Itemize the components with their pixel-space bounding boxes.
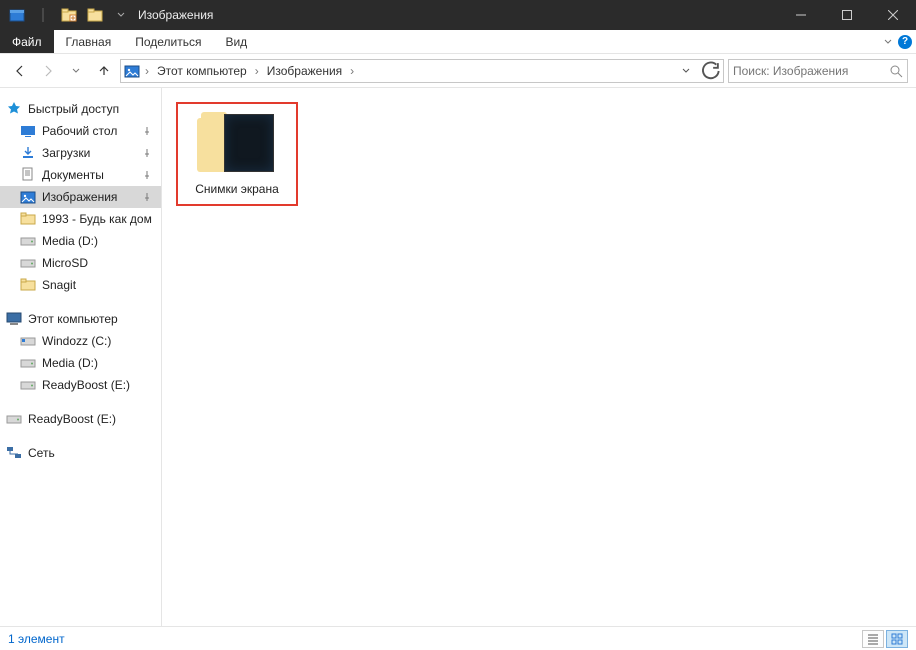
breadcrumb-label: Этот компьютер [157, 64, 247, 78]
titlebar: Изображения [0, 0, 916, 30]
address-bar[interactable]: › Этот компьютер › Изображения › [120, 59, 724, 83]
navigation-tree[interactable]: Быстрый доступ Рабочий стол Загрузки Док… [0, 88, 162, 626]
tree-item-readyboost[interactable]: ReadyBoost (E:) [0, 408, 161, 430]
pc-icon [6, 311, 22, 327]
close-button[interactable] [870, 0, 916, 30]
qat-properties-icon[interactable] [6, 4, 28, 26]
help-icon[interactable]: ? [898, 35, 912, 49]
folder-icon [20, 211, 36, 227]
breadcrumb-this-pc[interactable]: Этот компьютер [153, 64, 251, 78]
pin-icon [143, 124, 151, 138]
tree-item-pictures[interactable]: Изображения [0, 186, 161, 208]
drive-icon [20, 355, 36, 371]
nav-up-button[interactable] [92, 59, 116, 83]
pictures-location-icon [123, 62, 141, 80]
nav-back-button[interactable] [8, 59, 32, 83]
address-history-chevron-icon[interactable] [675, 60, 697, 82]
tree-this-pc[interactable]: Этот компьютер [0, 308, 161, 330]
tree-label: Media (D:) [42, 234, 98, 248]
drive-icon [20, 233, 36, 249]
ribbon-tab-view[interactable]: Вид [213, 30, 259, 53]
tree-item-downloads[interactable]: Загрузки [0, 142, 161, 164]
tree-label: Рабочий стол [42, 124, 117, 138]
ribbon-expand-chevron-icon[interactable] [884, 35, 892, 49]
search-input[interactable] [733, 64, 889, 78]
highlight-annotation: Снимки экрана [176, 102, 298, 206]
tree-item-drive-e[interactable]: ReadyBoost (E:) [0, 374, 161, 396]
nav-forward-button[interactable] [36, 59, 60, 83]
tree-item-drive-c[interactable]: Windozz (C:) [0, 330, 161, 352]
network-icon [6, 445, 22, 461]
drive-icon [20, 377, 36, 393]
pin-icon [143, 190, 151, 204]
view-details-button[interactable] [862, 630, 884, 648]
tree-label: Сеть [28, 446, 55, 460]
breadcrumb-label: Изображения [267, 64, 342, 78]
qat-customize-chevron-icon[interactable] [110, 4, 132, 26]
search-icon [889, 64, 903, 78]
ribbon-tab-home[interactable]: Главная [54, 30, 124, 53]
documents-icon [20, 167, 36, 183]
tree-label: MicroSD [42, 256, 88, 270]
breadcrumb-sep-icon[interactable]: › [253, 64, 261, 78]
star-icon [6, 101, 22, 117]
pin-icon [143, 168, 151, 182]
tree-item-folder-snagit[interactable]: Snagit [0, 274, 161, 296]
tree-label: Media (D:) [42, 356, 98, 370]
ribbon: Файл Главная Поделиться Вид ? [0, 30, 916, 54]
folder-thumbnail [197, 112, 277, 176]
pictures-icon [20, 189, 36, 205]
qat-divider-icon [32, 4, 54, 26]
nav-history-chevron-icon[interactable] [64, 59, 88, 83]
tree-item-drive-d[interactable]: Media (D:) [0, 352, 161, 374]
tree-label: ReadyBoost (E:) [42, 378, 130, 392]
tree-network[interactable]: Сеть [0, 442, 161, 464]
tree-item-documents[interactable]: Документы [0, 164, 161, 186]
tree-label: 1993 - Будь как дом [42, 212, 152, 226]
tree-label: ReadyBoost (E:) [28, 412, 116, 426]
tree-item-desktop[interactable]: Рабочий стол [0, 120, 161, 142]
drive-os-icon [20, 333, 36, 349]
tree-label: Документы [42, 168, 104, 182]
ribbon-file-tab[interactable]: Файл [0, 30, 54, 53]
tree-item-drive-media[interactable]: Media (D:) [0, 230, 161, 252]
search-box[interactable] [728, 59, 908, 83]
tree-label: Snagit [42, 278, 76, 292]
view-large-icons-button[interactable] [886, 630, 908, 648]
downloads-icon [20, 145, 36, 161]
tree-label: Windozz (C:) [42, 334, 111, 348]
tree-label: Изображения [42, 190, 117, 204]
tree-quick-access[interactable]: Быстрый доступ [0, 98, 161, 120]
breadcrumb-sep-icon[interactable]: › [143, 64, 151, 78]
breadcrumb-sep-icon[interactable]: › [348, 64, 356, 78]
tree-label: Этот компьютер [28, 312, 118, 326]
status-bar: 1 элемент [0, 626, 916, 650]
content-area[interactable]: Снимки экрана [162, 88, 916, 626]
minimize-button[interactable] [778, 0, 824, 30]
tree-label: Загрузки [42, 146, 90, 160]
pin-icon [143, 146, 151, 160]
navigation-row: › Этот компьютер › Изображения › [0, 54, 916, 88]
desktop-icon [20, 123, 36, 139]
tree-item-drive-microsd[interactable]: MicroSD [0, 252, 161, 274]
ribbon-tab-share[interactable]: Поделиться [123, 30, 213, 53]
folder-item-label: Снимки экрана [195, 182, 279, 196]
drive-icon [6, 411, 22, 427]
drive-icon [20, 255, 36, 271]
qat-new-folder-icon[interactable] [58, 4, 80, 26]
qat-folder-icon[interactable] [84, 4, 106, 26]
folder-icon [20, 277, 36, 293]
folder-item-screenshots[interactable]: Снимки экрана [182, 108, 292, 200]
status-item-count: 1 элемент [8, 632, 65, 646]
window-title: Изображения [138, 8, 213, 22]
breadcrumb-pictures[interactable]: Изображения [263, 64, 346, 78]
tree-label: Быстрый доступ [28, 102, 119, 116]
refresh-button[interactable] [699, 60, 721, 82]
maximize-button[interactable] [824, 0, 870, 30]
tree-item-folder[interactable]: 1993 - Будь как дом [0, 208, 161, 230]
